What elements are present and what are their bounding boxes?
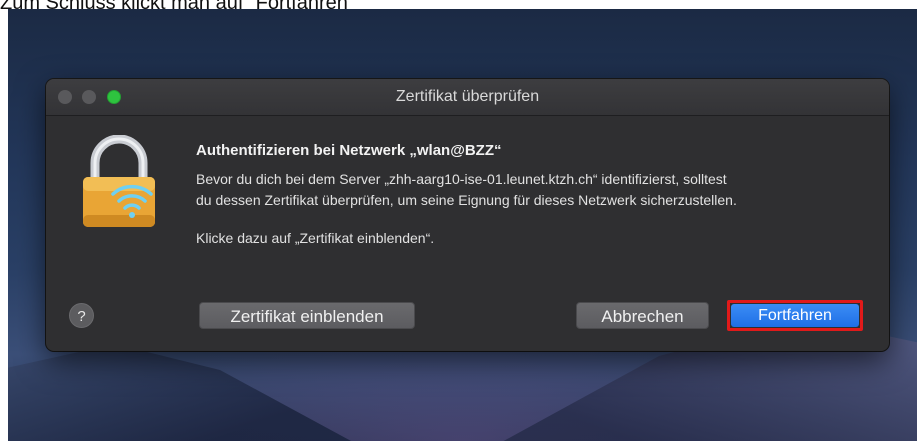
show-certificate-button[interactable]: Zertifikat einblenden: [199, 302, 415, 329]
dialog-heading: Authentifizieren bei Netzwerk „wlan@BZZ“: [196, 142, 502, 159]
continue-button[interactable]: Fortfahren: [731, 304, 859, 327]
dialog-titlebar: Zertifikat überprüfen: [46, 79, 889, 116]
help-button[interactable]: ?: [69, 303, 94, 328]
dialog-message-line2: du dessen Zertifikat überprüfen, um sein…: [196, 192, 737, 208]
dialog-message-line1: Bevor du dich bei dem Server „zhh-aarg10…: [196, 171, 727, 187]
dialog-hint: Klicke dazu auf „Zertifikat einblenden“.: [196, 230, 435, 246]
cancel-button[interactable]: Abbrechen: [576, 302, 709, 329]
dialog-title: Zertifikat überprüfen: [395, 88, 540, 105]
certificate-dialog: Zertifikat überprüfen Authentifizieren b…: [46, 79, 889, 351]
wifi-lock-icon: [79, 134, 159, 230]
